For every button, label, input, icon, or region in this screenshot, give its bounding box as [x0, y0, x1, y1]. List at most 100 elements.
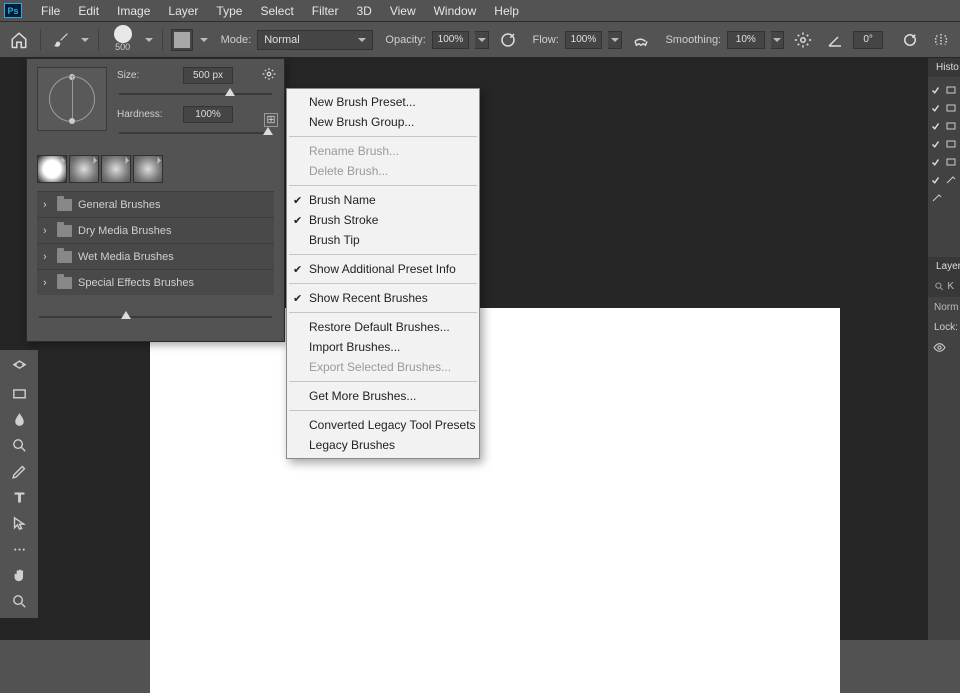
path-select-tool-icon[interactable]: [0, 510, 38, 536]
hardness-slider[interactable]: [119, 125, 272, 139]
history-row[interactable]: [931, 99, 957, 117]
menu-separator: [289, 185, 477, 186]
options-bar: 500 Mode: Normal Opacity: 100% Flow: 100…: [0, 22, 960, 58]
zoom-tool-icon[interactable]: [0, 588, 38, 614]
history-row[interactable]: [931, 117, 957, 135]
menu-item[interactable]: Legacy Brushes: [287, 435, 479, 455]
menu-item[interactable]: Get More Brushes...: [287, 386, 479, 406]
menu-item-label: Show Additional Preset Info: [309, 262, 456, 276]
smoothing-input[interactable]: 10%: [727, 31, 764, 49]
blend-mode-row[interactable]: Norm: [928, 297, 960, 318]
size-input[interactable]: 500 px: [183, 67, 233, 84]
opacity-input[interactable]: 100%: [432, 31, 469, 49]
layer-search[interactable]: K: [928, 276, 960, 297]
menu-item[interactable]: Brush Tip: [287, 230, 479, 250]
opacity-dd[interactable]: [475, 31, 489, 49]
menu-item[interactable]: Restore Default Brushes...: [287, 317, 479, 337]
visibility-icon[interactable]: [933, 341, 946, 354]
menu-3d[interactable]: 3D: [347, 1, 380, 21]
artboard-tool-icon[interactable]: [0, 354, 38, 380]
brush-folder[interactable]: ›Dry Media Brushes: [37, 217, 274, 243]
brush-folder[interactable]: ›General Brushes: [37, 191, 274, 217]
layers-panel-tab[interactable]: Layer: [928, 257, 960, 276]
hardness-input[interactable]: 100%: [183, 106, 233, 123]
menu-view[interactable]: View: [381, 1, 425, 21]
history-row[interactable]: [931, 189, 957, 207]
opacity-pressure-icon[interactable]: [495, 27, 521, 53]
menu-item[interactable]: ✔Show Recent Brushes: [287, 288, 479, 308]
check-icon: ✔: [293, 263, 302, 276]
layer-row[interactable]: [928, 337, 960, 358]
canvas[interactable]: [150, 308, 840, 693]
history-row[interactable]: [931, 153, 957, 171]
rectangle-tool-icon[interactable]: [0, 380, 38, 406]
menu-file[interactable]: File: [32, 1, 69, 21]
smoothing-gear-icon[interactable]: [790, 27, 816, 53]
history-row[interactable]: [931, 81, 957, 99]
pen-tool-icon[interactable]: [0, 458, 38, 484]
preview-size-slider[interactable]: [39, 309, 272, 323]
size-slider[interactable]: [119, 86, 272, 100]
blend-mode-value: Normal: [264, 34, 299, 46]
right-panels: Histo Layer K Norm Lock:: [928, 58, 960, 640]
brush-settings-dd[interactable]: [199, 29, 209, 51]
menu-item[interactable]: New Brush Preset...: [287, 92, 479, 112]
menu-type[interactable]: Type: [207, 1, 251, 21]
history-row[interactable]: [931, 171, 957, 189]
brush-folder[interactable]: ›Special Effects Brushes: [37, 269, 274, 295]
menu-item[interactable]: Converted Legacy Tool Presets: [287, 415, 479, 435]
history-row[interactable]: [931, 135, 957, 153]
history-panel-tab[interactable]: Histo: [928, 58, 960, 77]
symmetry-icon[interactable]: [928, 27, 954, 53]
brush-tip-preview[interactable]: [37, 67, 107, 131]
menu-item[interactable]: ✔Brush Name: [287, 190, 479, 210]
smoothing-dd[interactable]: [771, 31, 785, 49]
flow-dd[interactable]: [608, 31, 622, 49]
brush-folder[interactable]: ›Wet Media Brushes: [37, 243, 274, 269]
history-list: [928, 77, 960, 211]
menu-edit[interactable]: Edit: [69, 1, 108, 21]
brush-preview-button[interactable]: 500: [107, 27, 138, 52]
menu-separator: [289, 381, 477, 382]
check-icon: ✔: [293, 214, 302, 227]
brush-swatch[interactable]: [69, 155, 99, 183]
check-icon: ✔: [293, 292, 302, 305]
type-tool-icon[interactable]: [0, 484, 38, 510]
menu-image[interactable]: Image: [108, 1, 159, 21]
menu-select[interactable]: Select: [251, 1, 302, 21]
blend-mode-select[interactable]: Normal: [257, 30, 373, 50]
brush-settings-toggle[interactable]: [171, 29, 193, 51]
brush-flyout-menu: New Brush Preset...New Brush Group...Ren…: [286, 88, 480, 459]
flow-input[interactable]: 100%: [565, 31, 602, 49]
folder-label: Special Effects Brushes: [78, 277, 194, 289]
home-icon[interactable]: [6, 27, 32, 53]
menu-item-label: New Brush Preset...: [309, 95, 416, 109]
pressure-size-icon[interactable]: [897, 27, 923, 53]
airbrush-icon[interactable]: [628, 27, 654, 53]
brush-swatch[interactable]: [101, 155, 131, 183]
tool-preset-dd[interactable]: [80, 29, 90, 51]
brush-tool-icon[interactable]: [49, 27, 75, 53]
menu-item[interactable]: ✔Brush Stroke: [287, 210, 479, 230]
menu-help[interactable]: Help: [485, 1, 528, 21]
menubar: Ps FileEditImageLayerTypeSelectFilter3DV…: [0, 0, 960, 22]
menu-item[interactable]: New Brush Group...: [287, 112, 479, 132]
menu-item[interactable]: Import Brushes...: [287, 337, 479, 357]
ellipsis-icon[interactable]: [0, 536, 38, 562]
angle-input[interactable]: 0°: [853, 31, 883, 49]
menu-filter[interactable]: Filter: [303, 1, 348, 21]
brush-swatch[interactable]: [37, 155, 67, 183]
brush-swatch[interactable]: [133, 155, 163, 183]
dodge-tool-icon[interactable]: [0, 432, 38, 458]
brush-picker-dd[interactable]: [144, 29, 154, 51]
hand-tool-icon[interactable]: [0, 562, 38, 588]
menu-separator: [289, 136, 477, 137]
menu-item: Export Selected Brushes...: [287, 357, 479, 377]
menu-layer[interactable]: Layer: [159, 1, 207, 21]
opacity-label: Opacity:: [385, 34, 425, 46]
check-icon: ✔: [293, 194, 302, 207]
blur-tool-icon[interactable]: [0, 406, 38, 432]
popover-gear-icon[interactable]: [260, 65, 278, 83]
menu-window[interactable]: Window: [425, 1, 486, 21]
menu-item[interactable]: ✔ Show Additional Preset Info: [287, 259, 479, 279]
